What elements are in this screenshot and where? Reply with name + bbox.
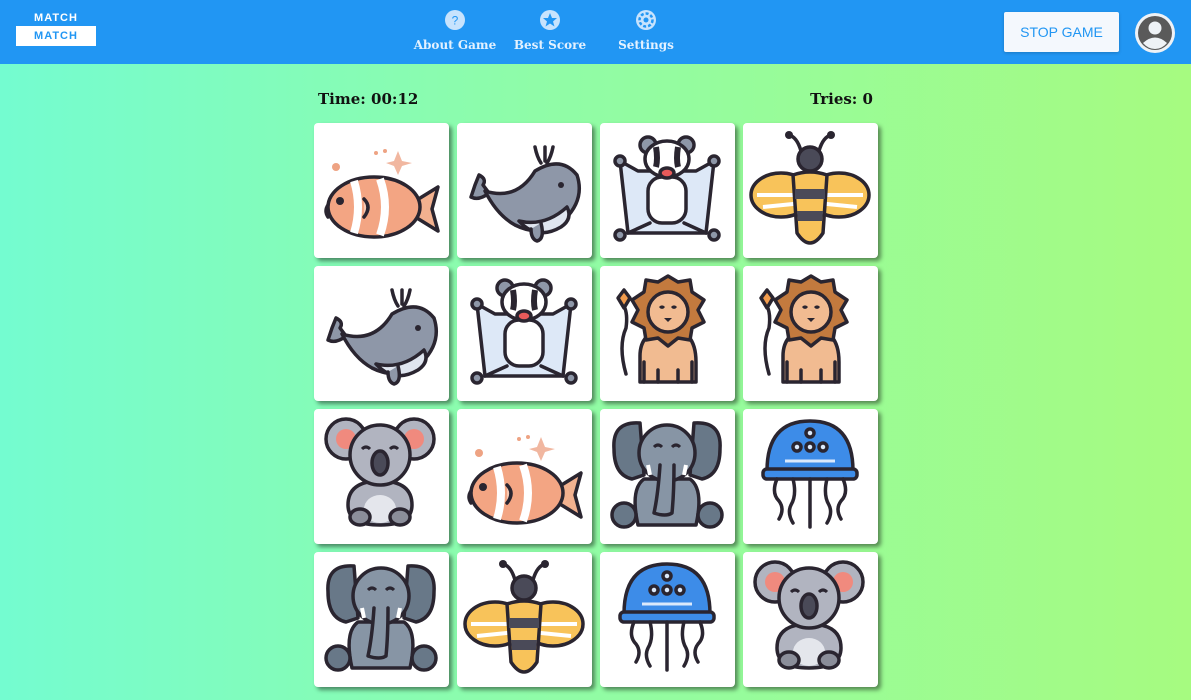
nav-settings[interactable]: Settings xyxy=(596,8,696,58)
lion-icon xyxy=(759,274,849,384)
memory-card[interactable] xyxy=(600,552,735,687)
gear-icon xyxy=(636,10,656,30)
stop-game-button[interactable]: STOP GAME xyxy=(1004,12,1119,52)
memory-card[interactable] xyxy=(743,266,878,401)
lion-icon xyxy=(616,274,706,384)
elephant-icon xyxy=(324,564,438,672)
memory-card[interactable] xyxy=(743,409,878,544)
memory-card[interactable] xyxy=(314,123,449,258)
tries-counter: Tries: 0 xyxy=(810,90,873,108)
nav-best-score[interactable]: Best Score xyxy=(500,8,600,58)
logo[interactable]: MATCH MATCH xyxy=(16,10,96,47)
memory-card[interactable] xyxy=(457,409,592,544)
memory-card[interactable] xyxy=(314,552,449,687)
nav-best-score-label: Best Score xyxy=(513,38,587,52)
svg-text:?: ? xyxy=(452,14,459,28)
bee-icon xyxy=(463,560,585,674)
memory-card[interactable] xyxy=(600,123,735,258)
memory-card[interactable] xyxy=(600,409,735,544)
fish-icon xyxy=(467,435,583,525)
memory-card[interactable] xyxy=(314,266,449,401)
memory-card[interactable] xyxy=(743,552,878,687)
app-header: MATCH MATCH ? About Game Best Score Sett… xyxy=(0,0,1191,64)
logo-top-text: MATCH xyxy=(34,12,78,24)
sugar-glider-icon xyxy=(470,278,578,385)
elephant-icon xyxy=(610,421,724,529)
user-avatar-icon[interactable] xyxy=(1134,12,1176,54)
memory-card[interactable] xyxy=(600,266,735,401)
jellyfish-icon xyxy=(761,419,859,529)
card-grid xyxy=(314,123,884,693)
koala-icon xyxy=(753,560,865,670)
fish-icon xyxy=(324,149,440,239)
koala-icon xyxy=(324,417,436,527)
bee-icon xyxy=(749,131,871,245)
help-icon: ? xyxy=(445,10,465,30)
timer: Time: 00:12 xyxy=(318,90,419,108)
jellyfish-icon xyxy=(618,562,716,672)
memory-card[interactable] xyxy=(457,123,592,258)
memory-card[interactable] xyxy=(457,266,592,401)
memory-card[interactable] xyxy=(314,409,449,544)
whale-icon xyxy=(469,145,581,243)
whale-icon xyxy=(326,288,438,386)
nav-about-game[interactable]: ? About Game xyxy=(405,8,505,58)
memory-card[interactable] xyxy=(457,552,592,687)
logo-bottom-text: MATCH xyxy=(16,26,96,46)
sugar-glider-icon xyxy=(613,135,721,242)
nav-about-game-label: About Game xyxy=(413,38,497,52)
memory-card[interactable] xyxy=(743,123,878,258)
star-icon xyxy=(540,10,560,30)
nav-settings-label: Settings xyxy=(618,38,674,52)
